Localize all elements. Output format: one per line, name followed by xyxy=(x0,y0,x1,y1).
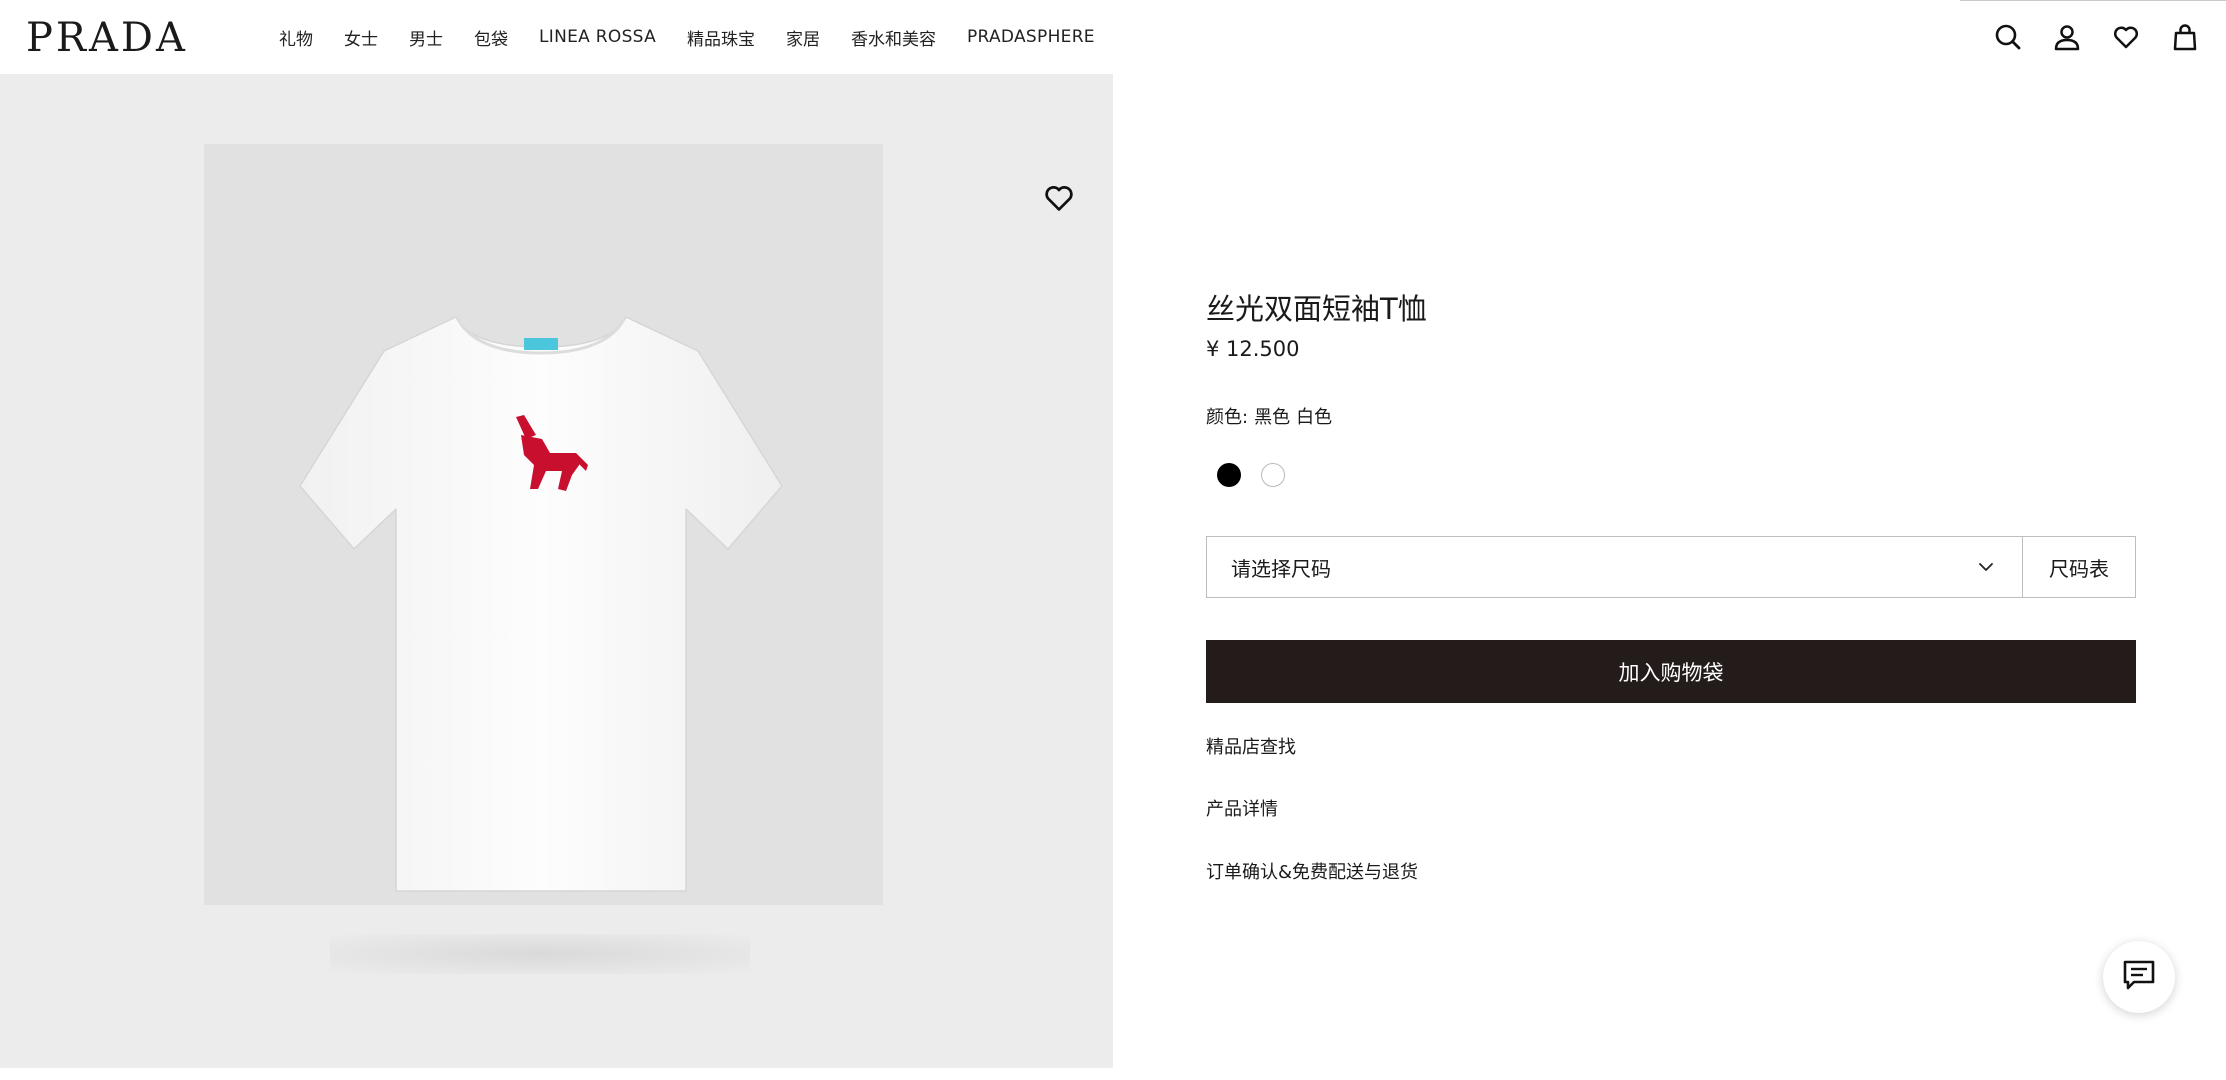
color-label: 颜色: xyxy=(1206,407,1249,428)
nav-item-men[interactable]: 男士 xyxy=(409,25,443,50)
size-chart-button[interactable]: 尺码表 xyxy=(2023,536,2136,598)
add-to-wishlist-icon[interactable] xyxy=(1043,182,1075,214)
wishlist-icon[interactable] xyxy=(2111,22,2141,52)
nav-item-linea-rossa[interactable]: LINEA ROSSA xyxy=(539,27,656,47)
nav-item-pradasphere[interactable]: PRADASPHERE xyxy=(967,27,1095,47)
nav-item-gifts[interactable]: 礼物 xyxy=(279,25,313,50)
site-header: PRADA 礼物 女士 男士 包袋 LINEA ROSSA 精品珠宝 家居 香水… xyxy=(0,0,2226,74)
add-to-bag-button[interactable]: 加入购物袋 xyxy=(1206,640,2136,703)
header-icons xyxy=(1964,0,2200,74)
nav-item-home[interactable]: 家居 xyxy=(786,25,820,50)
main-nav: 礼物 女士 男士 包袋 LINEA ROSSA 精品珠宝 家居 香水和美容 PR… xyxy=(279,0,1126,74)
nav-item-jewelry[interactable]: 精品珠宝 xyxy=(687,25,755,50)
shopping-bag-icon[interactable] xyxy=(2170,22,2200,52)
color-swatch-white[interactable] xyxy=(1261,463,1285,487)
product-price: ¥ 12.500 xyxy=(1206,337,1300,361)
tshirt-image xyxy=(299,316,783,892)
color-swatch-black[interactable] xyxy=(1217,463,1241,487)
size-select-placeholder: 请选择尺码 xyxy=(1231,556,1331,581)
nav-item-women[interactable]: 女士 xyxy=(344,25,378,50)
product-details-link[interactable]: 产品详情 xyxy=(1206,795,1278,821)
color-value-black: 黑色 xyxy=(1254,407,1291,428)
shipping-returns-link[interactable]: 订单确认&免费配送与退货 xyxy=(1206,858,1418,884)
account-icon[interactable] xyxy=(2052,22,2082,52)
size-select[interactable]: 请选择尺码 xyxy=(1206,536,2023,598)
product-gallery[interactable] xyxy=(0,74,1113,1068)
prada-logo[interactable]: PRADA xyxy=(26,8,188,68)
store-locator-link[interactable]: 精品店查找 xyxy=(1206,733,1296,759)
product-title: 丝光双面短袖T恤 xyxy=(1206,292,1427,326)
neck-label xyxy=(524,338,558,350)
color-value-white: 白色 xyxy=(1296,407,1333,428)
color-label-row: 颜色: 黑色 白色 xyxy=(1206,403,1338,429)
chat-button[interactable] xyxy=(2103,941,2175,1013)
chat-icon xyxy=(2121,958,2157,996)
nav-item-bags[interactable]: 包袋 xyxy=(474,25,508,50)
photo-shadow xyxy=(330,934,750,974)
chevron-down-icon xyxy=(1976,557,1996,582)
nav-item-beauty[interactable]: 香水和美容 xyxy=(851,25,936,50)
search-icon[interactable] xyxy=(1993,22,2023,52)
